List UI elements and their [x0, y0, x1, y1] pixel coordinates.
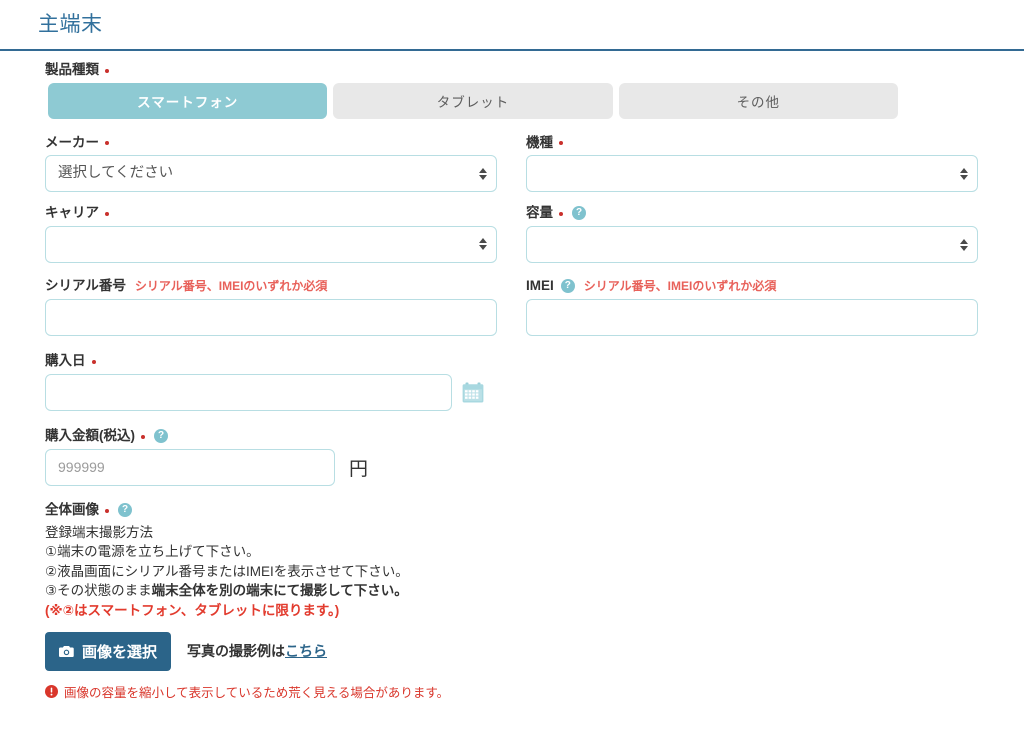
- image-quality-notice-text: 画像の容量を縮小して表示しているため荒く見える場合があります。: [64, 685, 450, 700]
- serial-imei-row: シリアル番号 シリアル番号、IMEIのいずれか必須 IMEI ? シリアル番号、…: [0, 278, 1024, 337]
- serial-label: シリアル番号: [45, 278, 126, 294]
- required-dot-icon: [105, 68, 109, 73]
- calendar-icon[interactable]: [462, 382, 484, 403]
- maker-select-wrap[interactable]: 選択してください: [45, 155, 497, 193]
- product-type-option-tablet[interactable]: タブレット: [333, 82, 613, 119]
- image-quality-notice: 画像の容量を縮小して表示しているため荒く見える場合があります。: [45, 682, 1024, 701]
- required-dot-icon: [91, 359, 96, 364]
- instructions-line-3-plain: ③その状態のまま: [45, 583, 152, 599]
- photo-example-prefix: 写真の撮影例は: [187, 643, 286, 659]
- purchase-date-label: 購入日: [45, 353, 86, 369]
- product-type-label: 製品種類: [45, 62, 99, 78]
- exclamation-circle-icon: [45, 684, 58, 698]
- purchase-price-input[interactable]: [45, 448, 335, 486]
- select-image-button[interactable]: 画像を選択: [45, 631, 172, 671]
- serial-hint: シリアル番号、IMEIのいずれか必須: [134, 278, 328, 293]
- required-dot-icon: [105, 508, 109, 513]
- maker-model-row: メーカー 選択してください 機種: [0, 136, 1024, 193]
- purchase-price-label: 購入金額(税込): [45, 427, 135, 443]
- purchase-date-field: 購入日: [0, 354, 1024, 411]
- carrier-select-wrap[interactable]: [45, 225, 497, 263]
- upload-row: 画像を選択 写真の撮影例はこちら: [45, 631, 1024, 671]
- maker-field: メーカー 選択してください: [45, 136, 497, 193]
- help-icon[interactable]: ?: [154, 428, 168, 443]
- model-label-row: 機種: [526, 136, 978, 150]
- help-icon[interactable]: ?: [118, 502, 132, 517]
- required-dot-icon: [105, 211, 109, 216]
- carrier-field: キャリア: [45, 206, 497, 263]
- instructions-line-1: ①端末の電源を立ち上げて下さい。: [45, 544, 260, 560]
- product-type-field: 製品種類: [0, 63, 1024, 77]
- required-dot-icon: [141, 434, 145, 439]
- photo-example-text: 写真の撮影例はこちら: [187, 641, 327, 661]
- purchase-date-label-row: 購入日: [45, 354, 1024, 368]
- imei-label: IMEI: [526, 278, 554, 294]
- purchase-price-row: 円: [45, 448, 1024, 486]
- serial-label-row: シリアル番号 シリアル番号、IMEIのいずれか必須: [45, 279, 497, 293]
- device-registration-form: 主端末 製品種類 スマートフォン タブレット その他 メーカー 選択してください…: [0, 0, 1024, 744]
- serial-field: シリアル番号 シリアル番号、IMEIのいずれか必須: [45, 279, 497, 336]
- product-type-segmented-control[interactable]: スマートフォン タブレット その他: [0, 82, 1024, 119]
- camera-icon: [59, 645, 74, 657]
- form-body: 製品種類 スマートフォン タブレット その他 メーカー 選択してください 機種 …: [0, 63, 1024, 700]
- carrier-label: キャリア: [45, 205, 99, 221]
- model-select[interactable]: [526, 155, 978, 193]
- imei-label-row: IMEI ? シリアル番号、IMEIのいずれか必須: [526, 278, 978, 294]
- currency-unit: 円: [349, 458, 369, 480]
- capacity-label-row: 容量 ?: [526, 205, 978, 221]
- capacity-select[interactable]: [526, 226, 978, 264]
- photo-instructions: 登録端末撮影方法 ①端末の電源を立ち上げて下さい。 ②液晶画面にシリアル番号また…: [45, 523, 1024, 621]
- carrier-select[interactable]: [45, 225, 497, 263]
- purchase-date-row: [45, 373, 1024, 411]
- product-type-option-smartphone[interactable]: スマートフォン: [48, 82, 328, 119]
- instructions-line-2: ②液晶画面にシリアル番号またはIMEIを表示させて下さい。: [45, 563, 409, 579]
- maker-label: メーカー: [45, 134, 99, 150]
- model-label: 機種: [526, 134, 553, 150]
- instructions-line-3: ③その状態のまま端末全体を別の端末にて撮影して下さい。: [45, 581, 1024, 601]
- instructions-heading: 登録端末撮影方法: [45, 524, 153, 540]
- select-image-button-label: 画像を選択: [82, 643, 158, 661]
- photo-example-link[interactable]: こちら: [285, 643, 327, 659]
- capacity-select-wrap[interactable]: [526, 226, 978, 264]
- required-dot-icon: [105, 141, 109, 146]
- maker-label-row: メーカー: [45, 136, 497, 150]
- title-divider: [0, 49, 1024, 52]
- help-icon[interactable]: ?: [560, 279, 575, 294]
- carrier-capacity-row: キャリア 容量 ?: [0, 205, 1024, 264]
- imei-hint: シリアル番号、IMEIのいずれか必須: [583, 279, 777, 294]
- capacity-field: 容量 ?: [526, 205, 978, 264]
- required-dot-icon: [559, 141, 563, 146]
- whole-image-field: 全体画像 ? 登録端末撮影方法 ①端末の電源を立ち上げて下さい。 ②液晶画面にシ…: [0, 501, 1024, 701]
- purchase-date-input[interactable]: [45, 373, 452, 411]
- model-field: 機種: [526, 136, 978, 193]
- instructions-line-3-bold: 端末全体を別の端末にて撮影して下さい。: [151, 583, 408, 599]
- whole-image-label: 全体画像: [45, 501, 99, 517]
- product-type-label-row: 製品種類: [45, 63, 1024, 77]
- page-title: 主端末: [38, 13, 103, 36]
- instructions-warning: (※②はスマートフォン、タブレットに限ります。): [45, 602, 340, 618]
- purchase-price-field: 購入金額(税込) ? 円: [0, 427, 1024, 486]
- help-icon[interactable]: ?: [572, 206, 586, 221]
- model-select-wrap[interactable]: [526, 155, 978, 193]
- imei-field: IMEI ? シリアル番号、IMEIのいずれか必須: [526, 278, 978, 337]
- product-type-option-other[interactable]: その他: [618, 82, 898, 119]
- carrier-label-row: キャリア: [45, 206, 497, 220]
- serial-input[interactable]: [45, 298, 497, 336]
- purchase-price-label-row: 購入金額(税込) ?: [45, 427, 1024, 443]
- required-dot-icon: [559, 212, 563, 217]
- maker-select[interactable]: 選択してください: [45, 155, 497, 193]
- section-header: 主端末: [0, 0, 1024, 43]
- imei-input[interactable]: [526, 299, 978, 337]
- capacity-label: 容量: [526, 205, 553, 221]
- whole-image-label-row: 全体画像 ?: [45, 501, 1024, 517]
